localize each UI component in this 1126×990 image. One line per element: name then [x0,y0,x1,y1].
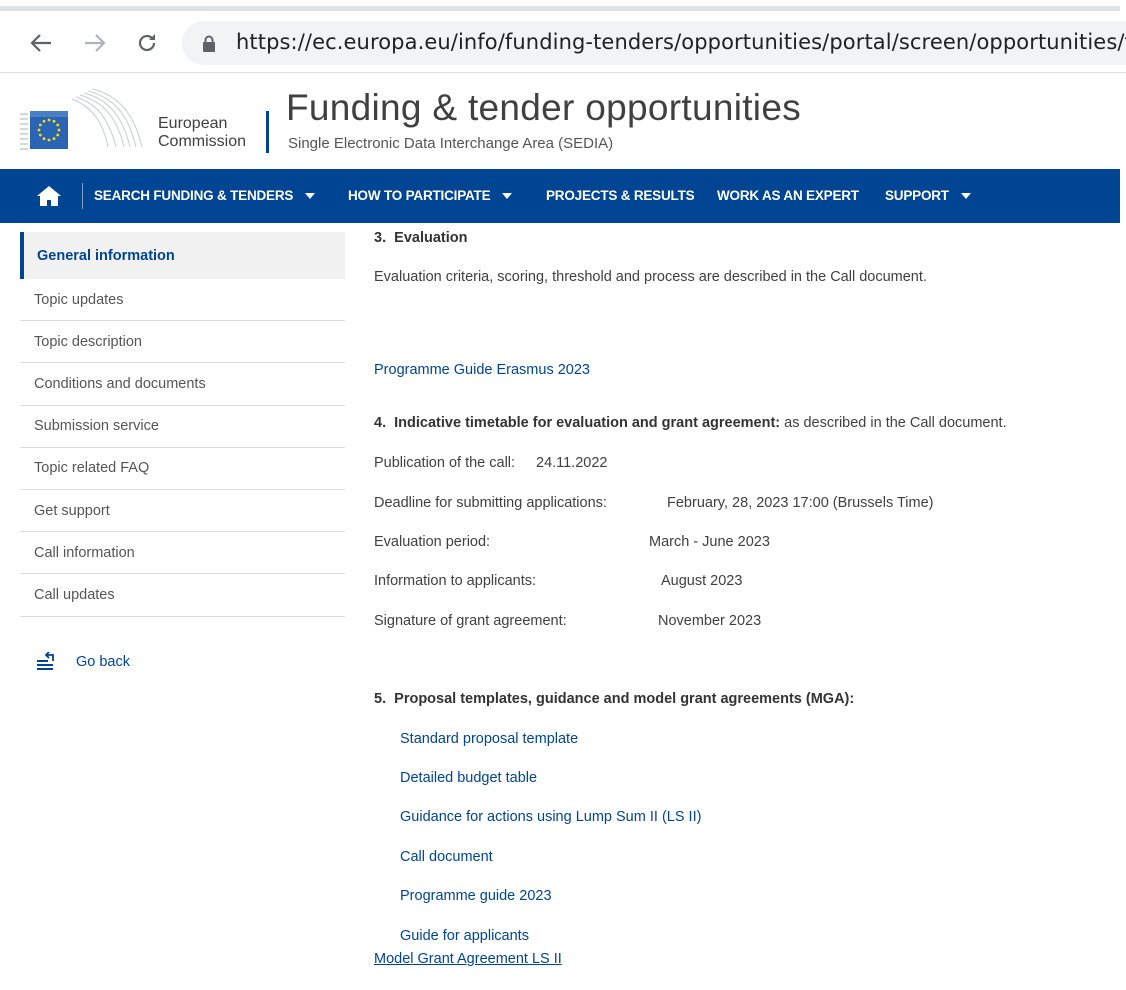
programme-guide-2023-link[interactable]: Programme guide 2023 [400,888,552,904]
ec-name-line2: Commission [158,133,247,150]
sidebar-item-conditions-documents[interactable]: Conditions and documents [20,363,345,406]
ec-name: European Commission [158,115,246,151]
go-back-label: Go back [76,654,130,670]
ec-name-line1: European [158,115,228,132]
section-evaluation-heading: 3. Evaluation [374,230,467,246]
timetable-value: November 2023 [658,613,762,629]
nav-search-funding-tenders[interactable]: SEARCH FUNDING & TENDERS [94,188,316,203]
nav-label: SEARCH FUNDING & TENDERS [94,188,294,203]
section-number: 5. [374,691,387,707]
model-grant-agreement-link[interactable]: Model Grant Agreement LS II [374,951,562,967]
timetable-label: Signature of grant agreement: [374,613,567,629]
ec-logo[interactable] [20,87,146,153]
sidebar-item-topic-faq[interactable]: Topic related FAQ [20,448,345,490]
url-text: https://ec.europa.eu/info/funding-tender… [236,30,1126,54]
site-subtitle: Single Electronic Data Interchange Area … [288,135,614,152]
programme-guide-erasmus-link[interactable]: Programme Guide Erasmus 2023 [374,362,590,378]
timetable-label: Information to applicants: [374,573,537,589]
nav-label: WORK AS AN EXPERT [717,188,859,203]
timetable-value: August 2023 [661,573,743,589]
sidebar-item-call-information[interactable]: Call information [20,532,345,575]
sidebar-item-topic-description[interactable]: Topic description [20,321,345,364]
browser-tab-strip [0,0,1126,14]
lump-sum-guidance-link[interactable]: Guidance for actions using Lump Sum II (… [400,809,701,825]
forward-arrow-icon[interactable] [80,28,110,58]
sidebar-item-call-updates[interactable]: Call updates [20,574,345,617]
nav-label: SUPPORT [885,188,949,203]
sidebar-item-general-information[interactable]: General information [20,232,345,279]
sidebar-item-get-support[interactable]: Get support [20,490,345,533]
caret-down-icon [305,192,316,199]
header-divider [266,111,269,153]
sidebar-item-topic-updates[interactable]: Topic updates [20,279,345,322]
nav-projects-results[interactable]: PROJECTS & RESULTS [546,188,695,203]
section-title: Proposal templates, guidance and model g… [394,691,855,707]
nav-divider [82,183,83,209]
site-header: European Commission Funding & tender opp… [0,73,1126,169]
detailed-budget-table-link[interactable]: Detailed budget table [400,770,537,786]
home-icon[interactable] [36,185,66,209]
section-number: 3. [374,230,387,246]
nav-how-to-participate[interactable]: HOW TO PARTICIPATE [348,188,513,203]
section-timetable-heading: 4. Indicative timetable for evaluation a… [374,415,1007,431]
section-title: Indicative timetable for evaluation and … [394,415,781,431]
evaluation-text: Evaluation criteria, scoring, threshold … [374,269,927,285]
nav-work-as-expert[interactable]: WORK AS AN EXPERT [717,188,859,203]
section-templates-heading: 5. Proposal templates, guidance and mode… [374,691,854,707]
lock-icon [202,35,216,57]
call-document-link[interactable]: Call document [400,849,493,865]
section-title: Evaluation [394,230,468,246]
standard-proposal-template-link[interactable]: Standard proposal template [400,731,578,747]
section-number: 4. [374,415,387,431]
guide-for-applicants-link[interactable]: Guide for applicants [400,928,529,944]
timetable-value: February, 28, 2023 17:00 (Brussels Time) [667,495,934,511]
caret-down-icon [960,192,971,199]
browser-toolbar: https://ec.europa.eu/info/funding-tender… [0,14,1126,72]
back-arrow-icon[interactable] [26,28,56,58]
caret-down-icon [502,192,513,199]
sidebar: General information Topic updates Topic … [20,232,345,617]
address-bar[interactable]: https://ec.europa.eu/info/funding-tender… [182,21,1126,65]
site-title[interactable]: Funding & tender opportunities [286,87,801,129]
sidebar-item-submission-service[interactable]: Submission service [20,406,345,448]
nav-support[interactable]: SUPPORT [885,188,971,203]
timetable-value: 24.11.2022 [536,455,608,471]
timetable-label: Evaluation period: [374,534,491,550]
nav-label: PROJECTS & RESULTS [546,188,695,203]
go-back-icon [37,652,54,670]
go-back-link[interactable]: Go back [36,652,130,672]
timetable-label: Deadline for submitting applications: [374,495,607,511]
reload-icon[interactable] [132,28,162,58]
timetable-value: March - June 2023 [649,534,770,550]
timetable-label: Publication of the call: [374,455,516,471]
section-suffix: as described in the Call document. [784,415,1007,431]
main-navigation: SEARCH FUNDING & TENDERS HOW TO PARTICIP… [0,169,1120,223]
nav-label: HOW TO PARTICIPATE [348,188,491,203]
